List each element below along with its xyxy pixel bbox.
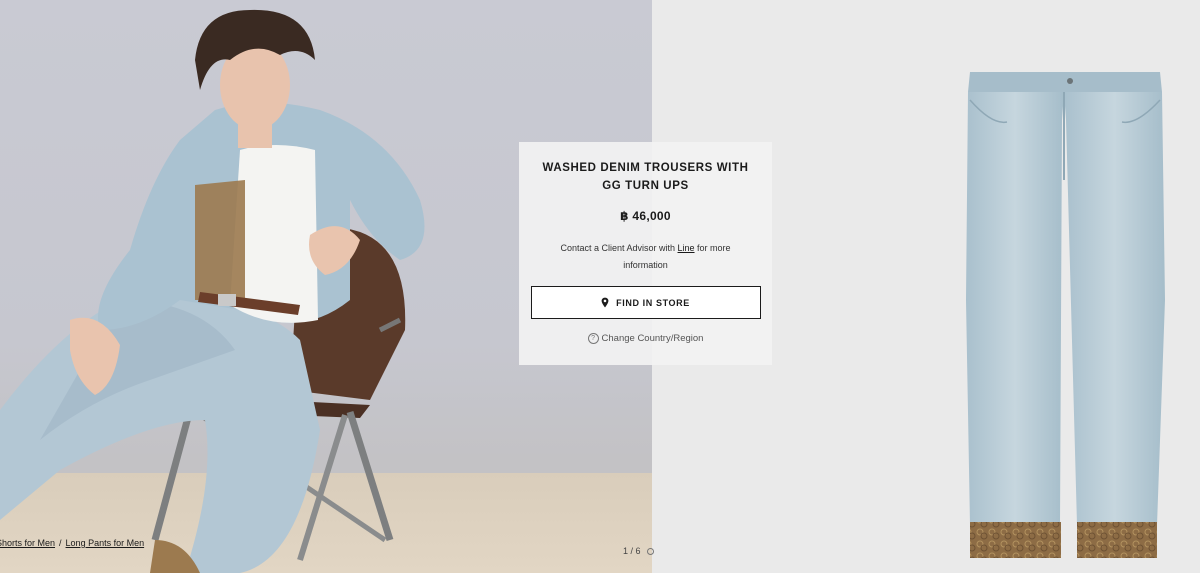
pager-count: 1 / 6 <box>623 546 641 556</box>
breadcrumb-shorts-for-men[interactable]: Shorts for Men <box>0 538 55 548</box>
product-title: WASHED DENIM TROUSERS WITH GG TURN UPS <box>542 162 749 192</box>
client-advisor-text: Contact a Client Advisor with Line for m… <box>541 240 750 274</box>
breadcrumb-long-pants-for-men[interactable]: Long Pants for Men <box>66 538 145 548</box>
product-page: WASHED DENIM TROUSERS WITH GG TURN UPS ฿… <box>0 0 1200 573</box>
help-circle-icon: ? <box>587 333 599 344</box>
line-contact-link[interactable]: Line <box>678 243 695 253</box>
product-info-card: WASHED DENIM TROUSERS WITH GG TURN UPS ฿… <box>519 142 772 365</box>
change-region-label: Change Country/Region <box>601 333 704 344</box>
gallery-pager: 1 / 6 <box>623 546 654 556</box>
pager-dot[interactable] <box>646 547 654 555</box>
breadcrumb: Shorts for Men / Long Pants for Men <box>0 538 144 548</box>
jeans-product <box>966 72 1165 558</box>
product-price: ฿ 46,000 <box>620 209 671 223</box>
location-pin-icon <box>601 297 609 308</box>
advisor-text-prefix: Contact a Client Advisor with <box>560 243 678 253</box>
change-country-region-link[interactable]: ? Change Country/Region <box>587 333 704 344</box>
find-in-store-label: FIND IN STORE <box>616 297 690 308</box>
breadcrumb-separator: / <box>59 538 62 548</box>
find-in-store-button[interactable]: FIND IN STORE <box>530 286 761 319</box>
